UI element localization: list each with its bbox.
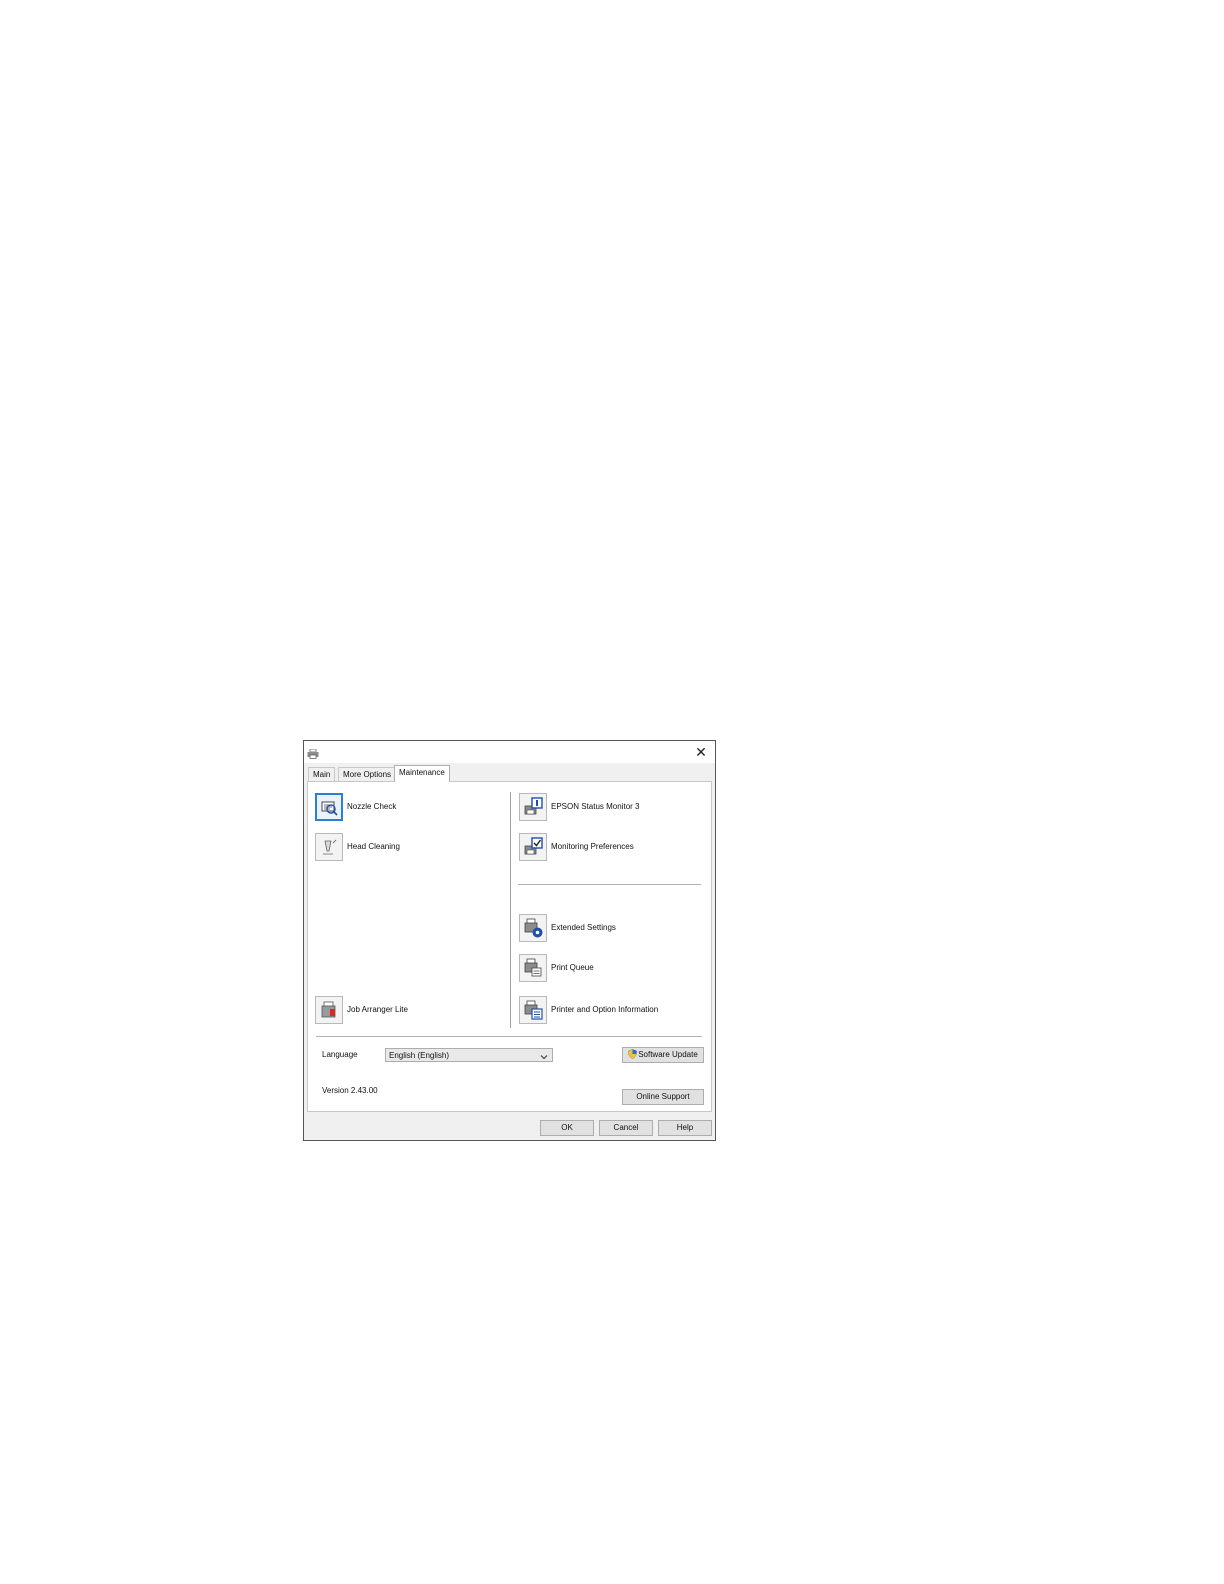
maintenance-panel: Nozzle Check Head Cleaning Job Arranger … — [307, 781, 712, 1112]
monitoring-preferences-label: Monitoring Preferences — [551, 842, 634, 851]
software-update-button[interactable]: Software Update — [622, 1047, 704, 1063]
language-label: Language — [322, 1050, 358, 1059]
uac-shield-icon — [628, 1049, 637, 1064]
printer-and-option-information-label: Printer and Option Information — [551, 1005, 659, 1014]
monitoring-preferences-icon — [519, 833, 547, 861]
printer-info-icon — [519, 996, 547, 1024]
online-support-label: Online Support — [636, 1092, 690, 1101]
extended-settings-icon — [519, 914, 547, 942]
extended-settings-label: Extended Settings — [551, 923, 616, 932]
epson-status-monitor-label: EPSON Status Monitor 3 — [551, 802, 640, 811]
language-select[interactable]: English (English) — [385, 1048, 553, 1062]
cancel-button[interactable]: Cancel — [599, 1120, 653, 1136]
head-cleaning-icon — [315, 833, 343, 861]
head-cleaning-label: Head Cleaning — [347, 842, 400, 851]
close-icon[interactable]: ✕ — [691, 742, 711, 762]
column-divider — [510, 792, 511, 1028]
language-select-value: English (English) — [389, 1051, 450, 1060]
ok-button[interactable]: OK — [540, 1120, 594, 1136]
printer-icon — [307, 746, 319, 759]
help-button[interactable]: Help — [658, 1120, 712, 1136]
online-support-button[interactable]: Online Support — [622, 1089, 704, 1105]
print-queue-label: Print Queue — [551, 963, 594, 972]
version-text: Version 2.43.00 — [322, 1086, 378, 1095]
nozzle-check-icon — [315, 793, 343, 821]
tab-more-options[interactable]: More Options — [338, 767, 397, 781]
software-update-label: Software Update — [638, 1050, 698, 1059]
printer-preferences-dialog: ✕ Main More Options Maintenance Nozzle C… — [303, 740, 716, 1141]
status-monitor-icon — [519, 793, 547, 821]
bottom-section-divider — [316, 1036, 702, 1037]
job-arranger-lite-label: Job Arranger Lite — [347, 1005, 408, 1014]
nozzle-check-label: Nozzle Check — [347, 802, 397, 811]
right-section-divider — [518, 884, 701, 885]
job-arranger-icon — [315, 996, 343, 1024]
chevron-down-icon — [539, 1050, 549, 1062]
tab-main[interactable]: Main — [308, 767, 336, 781]
tab-maintenance[interactable]: Maintenance — [394, 765, 450, 782]
title-bar: ✕ — [304, 741, 715, 763]
print-queue-icon — [519, 954, 547, 982]
